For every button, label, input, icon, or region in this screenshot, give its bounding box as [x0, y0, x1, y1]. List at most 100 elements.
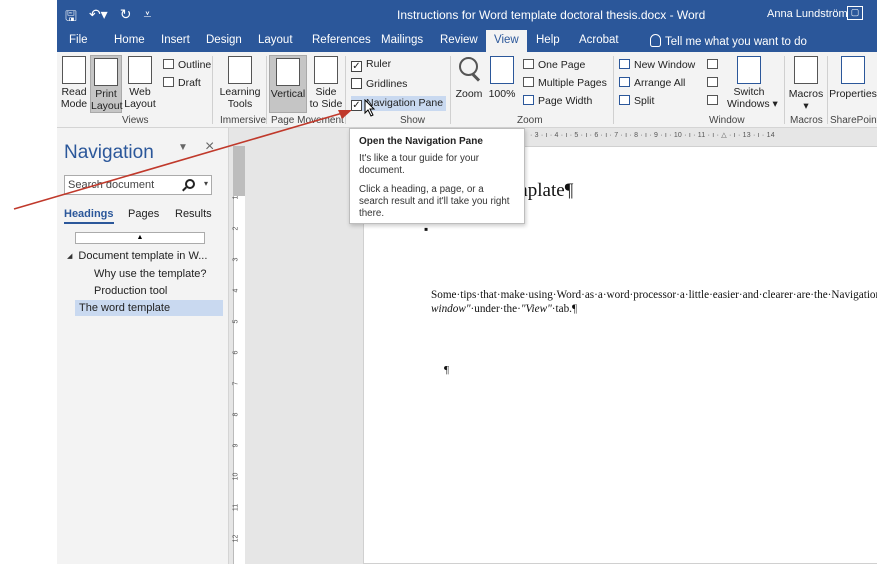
search-icon[interactable]	[185, 179, 195, 189]
tell-me-box[interactable]: Tell me what you want to do	[650, 34, 807, 48]
tab-headings[interactable]: Headings	[64, 208, 114, 224]
tab-home[interactable]: Home	[114, 34, 145, 46]
macros-icon	[794, 56, 818, 84]
vertical-ruler-margin	[233, 146, 245, 196]
vertical-label: Vertical	[270, 88, 306, 100]
ribbon-display-options-icon[interactable]: ▢	[847, 6, 863, 20]
views-group-label: Views	[122, 115, 149, 126]
paragraph-emphasis: "View"	[520, 302, 552, 315]
draft-icon	[163, 77, 174, 87]
arrange-all-button[interactable]: Arrange All	[619, 76, 685, 90]
multiple-pages-icon	[523, 77, 534, 87]
learning-tools-label-2: Tools	[227, 98, 253, 110]
tab-pages[interactable]: Pages	[128, 208, 159, 220]
read-mode-label-2: Mode	[60, 98, 88, 110]
side-to-side-icon	[314, 56, 338, 84]
web-layout-button[interactable]: Web Layout	[124, 56, 156, 110]
synchronous-scrolling-icon	[707, 77, 718, 87]
zoom-button[interactable]: Zoom	[453, 56, 485, 100]
gridlines-check-icon	[351, 78, 362, 89]
search-input[interactable]: Search document ▾	[64, 175, 212, 195]
separator	[784, 56, 785, 124]
ruler-number: 1	[232, 195, 240, 200]
document-title: Instructions for Word template doctoral …	[397, 8, 706, 22]
page-width-icon	[523, 95, 534, 105]
ribbon-view: Read Mode Print Layout Web Layout Outlin…	[57, 52, 877, 128]
learning-tools-button[interactable]: Learning Tools	[217, 56, 263, 110]
immersive-group-label: Immersive	[220, 115, 267, 126]
outline-label: Outline	[178, 59, 212, 71]
sharepoint-group-label: SharePoint	[830, 115, 877, 126]
draft-label: Draft	[178, 77, 201, 89]
bullet-marker: ▪	[424, 222, 429, 236]
horizontal-ruler[interactable]: · 3 · ı · 4 · ı · 5 · ı · 6 · ı · 7 · ı …	[500, 131, 877, 143]
tell-me-text: Tell me what you want to do	[665, 36, 807, 48]
chevron-down-icon[interactable]: ▾	[204, 179, 208, 188]
separator	[266, 56, 267, 124]
print-layout-label-1: Print	[95, 88, 117, 100]
heading-item[interactable]: Production tool	[94, 285, 167, 297]
customize-qat-icon[interactable]: ⩡	[143, 6, 151, 30]
synchronous-scrolling-button[interactable]	[707, 76, 722, 90]
tab-design[interactable]: Design	[206, 34, 242, 46]
quick-access-toolbar: 🖫 ↶▾ ↻ ⩡	[65, 6, 151, 30]
page-width-button[interactable]: Page Width	[523, 94, 592, 108]
heading-item[interactable]: ◢ Document template in W...	[67, 250, 207, 262]
macros-button[interactable]: Macros ▾	[787, 56, 825, 112]
navigation-pane-check-icon: ✓	[351, 100, 362, 111]
collapse-triangle-icon[interactable]: ◢	[67, 252, 72, 260]
multiple-pages-button[interactable]: Multiple Pages	[523, 76, 607, 90]
gridlines-checkbox[interactable]: Gridlines	[351, 77, 407, 91]
tab-mailings[interactable]: Mailings	[381, 34, 423, 46]
document-paragraph[interactable]: Some·tips·that·make·using·Word·as·a·word…	[431, 289, 877, 316]
macros-group-label: Macros	[790, 115, 823, 126]
zoom-100-button[interactable]: 100%	[487, 56, 517, 100]
switch-windows-label-1: Switch	[733, 86, 765, 98]
switch-windows-button[interactable]: Switch Windows ▾	[727, 56, 778, 110]
tab-view[interactable]: View	[486, 30, 527, 52]
one-page-button[interactable]: One Page	[523, 58, 585, 72]
user-name[interactable]: Anna Lundström	[767, 8, 848, 20]
reset-window-position-button[interactable]	[707, 94, 722, 108]
close-icon[interactable]: ×	[205, 138, 214, 156]
tab-results[interactable]: Results	[175, 208, 212, 220]
outline-button[interactable]: Outline	[163, 58, 211, 72]
tab-acrobat[interactable]: Acrobat	[579, 34, 619, 46]
side-to-side-button[interactable]: Side to Side	[309, 56, 343, 110]
ruler-number: 8	[232, 412, 240, 417]
chevron-down-icon: ▾	[769, 98, 778, 110]
undo-icon[interactable]: ↶▾	[89, 6, 108, 30]
properties-button[interactable]: Properties	[829, 56, 877, 100]
redo-icon[interactable]: ↻	[120, 6, 132, 30]
vertical-button[interactable]: Vertical	[269, 55, 307, 113]
save-icon[interactable]: 🖫	[65, 6, 77, 30]
page-movement-group-label: Page Movement	[271, 115, 344, 126]
paragraph-text: ·tab.¶	[551, 302, 578, 315]
ruler-number: 5	[232, 319, 240, 324]
learning-tools-label-1: Learning	[219, 86, 261, 98]
new-window-button[interactable]: New Window	[619, 58, 695, 72]
split-button[interactable]: Split	[619, 94, 654, 108]
tab-help[interactable]: Help	[536, 34, 560, 46]
tab-references[interactable]: References	[312, 34, 371, 46]
draft-button[interactable]: Draft	[163, 76, 201, 90]
read-mode-button[interactable]: Read Mode	[59, 56, 89, 110]
ruler-checkbox[interactable]: ✓ Ruler	[351, 57, 391, 72]
show-group-label: Show	[400, 115, 426, 126]
pane-options-icon[interactable]: ▼	[178, 142, 188, 153]
collapse-all-icon[interactable]: ▲	[75, 232, 205, 244]
tab-review[interactable]: Review	[440, 34, 478, 46]
heading-item[interactable]: Why use the template?	[94, 268, 207, 280]
zoom-group-label: Zoom	[517, 115, 543, 126]
tab-layout[interactable]: Layout	[258, 34, 293, 46]
view-side-by-side-button[interactable]	[707, 58, 722, 72]
navigation-pane-tooltip: Open the Navigation Pane It's like a tou…	[349, 128, 525, 224]
zoom-label: Zoom	[455, 88, 483, 100]
print-layout-button[interactable]: Print Layout	[90, 55, 123, 113]
heading-item-selected[interactable]: The word template	[75, 300, 223, 316]
tab-file[interactable]: File	[69, 34, 88, 46]
separator	[827, 56, 828, 124]
tab-insert[interactable]: Insert	[161, 34, 190, 46]
page-width-label: Page Width	[538, 95, 593, 107]
vertical-ruler[interactable]: 1 2 3 4 5 6 7 8 9 10 11 12	[229, 128, 247, 564]
